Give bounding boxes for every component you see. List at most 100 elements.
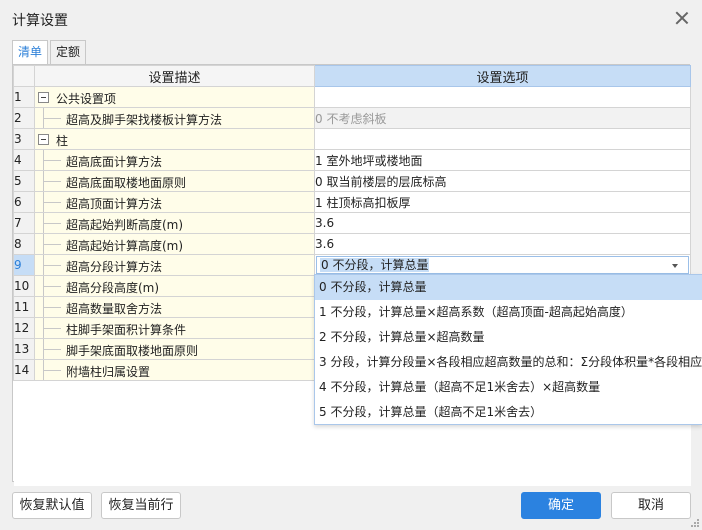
- setting-label: 超高起始判断高度(m): [66, 218, 184, 232]
- setting-value-cell: [314, 128, 691, 150]
- table-row[interactable]: 1 公共设置项: [13, 86, 691, 108]
- setting-value-cell[interactable]: 1 室外地坪或楼地面: [314, 149, 691, 171]
- setting-description-cell[interactable]: 柱: [34, 128, 315, 150]
- setting-label: 超高起始计算高度(m): [66, 239, 184, 253]
- empty-row: [13, 422, 691, 444]
- setting-description-cell[interactable]: 超高及脚手架找楼板计算方法: [34, 107, 315, 129]
- empty-cell: [34, 443, 315, 465]
- row-number: 3: [13, 128, 35, 150]
- value-combobox[interactable]: 0 不分段，计算总量: [316, 256, 689, 274]
- tree-connector: [43, 265, 61, 266]
- dropdown-option[interactable]: 5 不分段，计算总量（超高不足1米舍去）: [315, 400, 702, 424]
- setting-value-cell[interactable]: 3.6: [314, 212, 691, 234]
- table-row[interactable]: 7 超高起始判断高度(m) 3.6: [13, 212, 691, 234]
- setting-description-cell[interactable]: 超高分段高度(m): [34, 275, 315, 297]
- setting-description-cell[interactable]: 超高顶面计算方法: [34, 191, 315, 213]
- row-number: 14: [13, 359, 35, 381]
- row-number: 9: [13, 254, 35, 276]
- row-number: 12: [13, 317, 35, 339]
- tree-connector: [43, 244, 61, 245]
- ok-button[interactable]: 确定: [521, 492, 601, 519]
- empty-cell: [13, 380, 35, 402]
- tree-connector: [43, 349, 61, 350]
- tree-connector: [43, 328, 61, 329]
- setting-label: 柱脚手架面积计算条件: [66, 323, 187, 337]
- tab-qingdan[interactable]: 清单: [12, 40, 48, 65]
- table-row[interactable]: 3柱: [13, 128, 691, 150]
- setting-label: 超高及脚手架找楼板计算方法: [66, 113, 223, 127]
- resize-grip-icon[interactable]: [691, 519, 699, 527]
- dropdown-option[interactable]: 0 不分段，计算总量: [315, 275, 702, 300]
- collapse-icon[interactable]: [38, 134, 49, 145]
- dropdown-option[interactable]: 4 不分段，计算总量（超高不足1米舍去）×超高数量: [315, 375, 702, 400]
- group-label: 柱: [56, 134, 69, 148]
- setting-description-cell[interactable]: 超高数量取舍方法: [34, 296, 315, 318]
- tree-connector: [43, 307, 61, 308]
- empty-row: [13, 443, 691, 465]
- empty-cell: [314, 422, 691, 444]
- tree-connector: [43, 223, 61, 224]
- table-row[interactable]: 9 超高分段计算方法 0 不分段，计算总量: [13, 254, 691, 276]
- setting-value-cell[interactable]: 1 柱顶标高扣板厚: [314, 191, 691, 213]
- desc-column-header: 设置描述: [34, 65, 315, 87]
- cancel-button[interactable]: 取消: [611, 492, 691, 519]
- setting-description-cell[interactable]: 超高底面计算方法: [34, 149, 315, 171]
- setting-label: 超高分段计算方法: [66, 260, 163, 274]
- table-row[interactable]: 5 超高底面取楼地面原则 0 取当前楼层的层底标高: [13, 170, 691, 192]
- reset-row-button[interactable]: 恢复当前行: [101, 492, 181, 519]
- setting-label: 超高分段高度(m): [66, 281, 160, 295]
- row-number: 5: [13, 170, 35, 192]
- setting-description-cell[interactable]: 超高起始判断高度(m): [34, 212, 315, 234]
- setting-description-cell[interactable]: 超高分段计算方法: [34, 254, 315, 276]
- setting-value-cell: [314, 86, 691, 108]
- dropdown-option[interactable]: 2 不分段，计算总量×超高数量: [315, 325, 702, 350]
- empty-cell: [34, 422, 315, 444]
- empty-cell: [13, 422, 35, 444]
- setting-description-cell[interactable]: 超高起始计算高度(m): [34, 233, 315, 255]
- tree-connector: [43, 160, 61, 161]
- empty-cell: [314, 464, 691, 486]
- setting-description-cell[interactable]: 公共设置项: [34, 86, 315, 108]
- setting-description-cell[interactable]: 附墙柱归属设置: [34, 359, 315, 381]
- row-number: 13: [13, 338, 35, 360]
- table-row[interactable]: 4 超高底面计算方法 1 室外地坪或楼地面: [13, 149, 691, 171]
- table-row[interactable]: 2 超高及脚手架找楼板计算方法 0 不考虑斜板: [13, 107, 691, 129]
- tree-connector: [43, 202, 61, 203]
- tree-connector: [43, 286, 61, 287]
- setting-value-cell[interactable]: 0 取当前楼层的层底标高: [314, 170, 691, 192]
- empty-cell: [314, 443, 691, 465]
- close-icon[interactable]: [672, 8, 692, 28]
- dropdown-option[interactable]: 3 分段，计算分段量×各段相应超高数量的总和：Σ分段体积量*各段相应超高数量: [315, 350, 702, 375]
- setting-description-cell[interactable]: 超高底面取楼地面原则: [34, 170, 315, 192]
- setting-label: 超高底面取楼地面原则: [66, 176, 187, 190]
- group-label: 公共设置项: [56, 92, 117, 106]
- tree-connector: [43, 118, 61, 119]
- title-bar: 计算设置: [0, 0, 702, 38]
- setting-description-cell[interactable]: 柱脚手架面积计算条件: [34, 317, 315, 339]
- empty-cell: [34, 464, 315, 486]
- tree-connector: [43, 181, 61, 182]
- reset-default-button[interactable]: 恢复默认值: [12, 492, 92, 519]
- table-row[interactable]: 6 超高顶面计算方法 1 柱顶标高扣板厚: [13, 191, 691, 213]
- empty-cell: [13, 443, 35, 465]
- setting-value-cell[interactable]: 3.6: [314, 233, 691, 255]
- setting-description-cell[interactable]: 脚手架底面取楼地面原则: [34, 338, 315, 360]
- value-column-header: 设置选项: [314, 65, 691, 87]
- setting-label: 超高底面计算方法: [66, 155, 163, 169]
- dropdown-option[interactable]: 1 不分段，计算总量×超高系数（超高顶面-超高起始高度）: [315, 300, 702, 325]
- row-number: 7: [13, 212, 35, 234]
- empty-cell: [13, 464, 35, 486]
- empty-cell: [13, 401, 35, 423]
- setting-label: 附墙柱归属设置: [66, 365, 151, 379]
- table-row[interactable]: 8 超高起始计算高度(m) 3.6: [13, 233, 691, 255]
- empty-cell: [34, 380, 315, 402]
- row-number: 6: [13, 191, 35, 213]
- setting-value-cell[interactable]: 0 不考虑斜板: [314, 107, 691, 129]
- collapse-icon[interactable]: [38, 92, 49, 103]
- setting-value-cell[interactable]: 0 不分段，计算总量: [314, 254, 691, 276]
- row-number: 10: [13, 275, 35, 297]
- tab-dinge[interactable]: 定额: [50, 40, 86, 64]
- value-dropdown-list[interactable]: 0 不分段，计算总量 1 不分段，计算总量×超高系数（超高顶面-超高起始高度） 2 …: [314, 274, 702, 425]
- setting-label: 超高数量取舍方法: [66, 302, 163, 316]
- chevron-down-icon[interactable]: [672, 264, 678, 268]
